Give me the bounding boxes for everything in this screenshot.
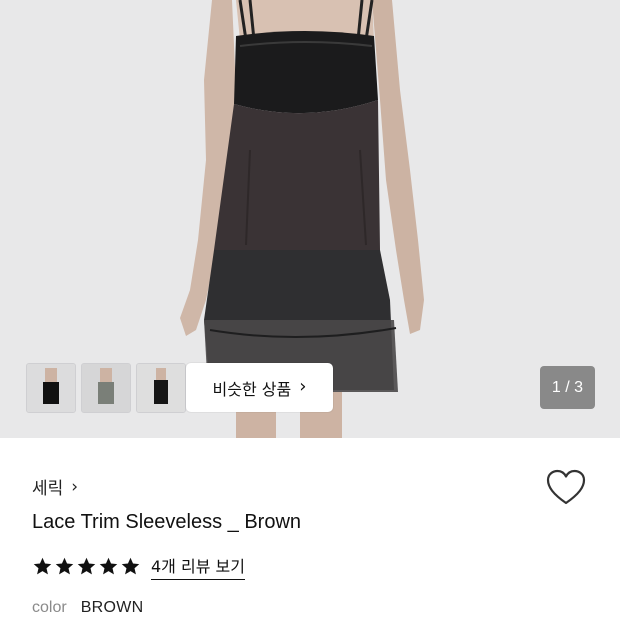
color-row: color BROWN <box>32 599 144 617</box>
similar-products-label: 비슷한 상품 <box>212 379 292 399</box>
brand-name: 세릭 <box>32 479 64 499</box>
star-filled-icon <box>33 557 52 575</box>
star-filled-icon <box>99 557 118 575</box>
star-filled-icon <box>121 557 140 575</box>
star-filled-icon <box>55 557 74 575</box>
chevron-right-icon: › <box>71 476 79 497</box>
star-filled-icon <box>77 557 96 575</box>
heart-outline-icon[interactable] <box>545 468 587 508</box>
color-label: color <box>32 599 67 616</box>
thumbnail-black-top-2[interactable] <box>136 363 186 413</box>
rating-row: 4개 리뷰 보기 <box>32 553 245 580</box>
color-value: BROWN <box>80 599 144 616</box>
product-title: Lace Trim Sleeveless _ Brown <box>32 511 302 533</box>
thumbnail-black-top[interactable] <box>26 363 76 413</box>
thumbnail-grey-top[interactable] <box>81 363 131 413</box>
page-indicator: 1 / 3 <box>540 366 595 409</box>
reviews-link[interactable]: 4개 리뷰 보기 <box>151 553 245 580</box>
product-image-carousel[interactable]: 비슷한 상품 › 1 / 3 <box>0 0 620 438</box>
similar-products-button[interactable]: 비슷한 상품 › <box>186 363 333 412</box>
star-rating <box>32 556 141 577</box>
brand-link[interactable]: 세릭 › <box>32 474 79 500</box>
chevron-right-icon: › <box>299 376 307 397</box>
thumbnail-strip <box>26 363 186 413</box>
